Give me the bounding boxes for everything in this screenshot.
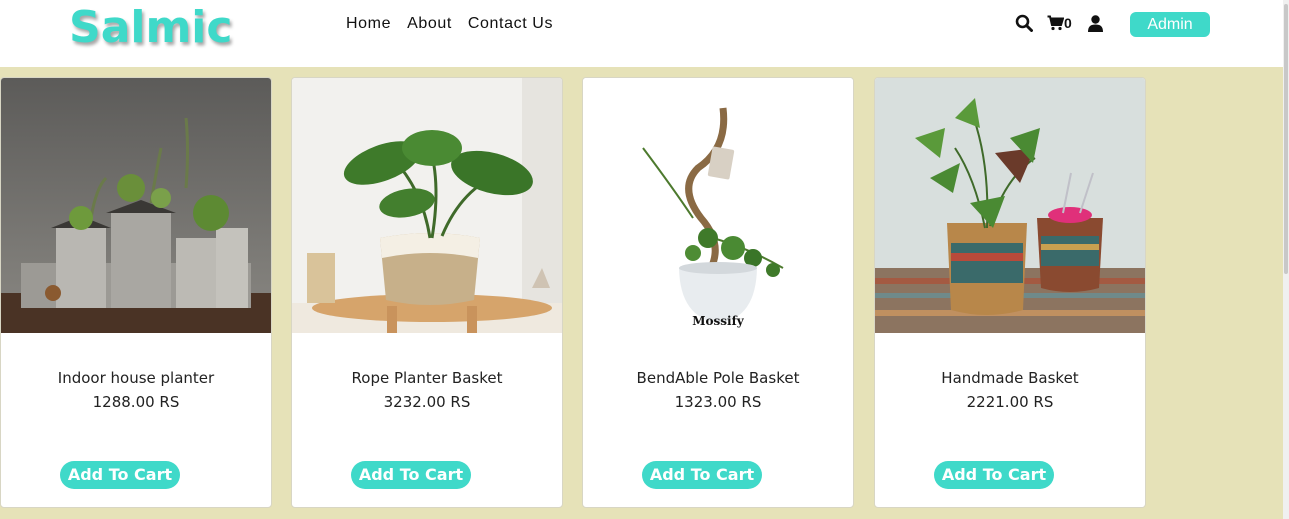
- product-price: 2221.00 RS: [966, 393, 1054, 411]
- add-to-cart-button[interactable]: Add To Cart: [934, 461, 1054, 489]
- product-image: [583, 78, 853, 333]
- add-to-cart-button[interactable]: Add To Cart: [642, 461, 762, 489]
- product-name[interactable]: Rope Planter Basket: [292, 369, 562, 387]
- cart-count: 0: [1064, 15, 1072, 31]
- scrollbar-thumb[interactable]: [1284, 4, 1288, 274]
- cart-icon: [1047, 15, 1064, 31]
- search-icon[interactable]: [1015, 14, 1033, 32]
- nav-link-home[interactable]: Home: [346, 15, 391, 33]
- nav-links: Home About Contact Us: [346, 15, 553, 33]
- product-image: [292, 78, 562, 333]
- nav-icons: 0: [1015, 14, 1103, 32]
- product-image-brand-text: Mossify: [692, 314, 744, 328]
- user-icon[interactable]: [1087, 14, 1103, 32]
- product-price: 1288.00 RS: [92, 393, 180, 411]
- add-to-cart-button[interactable]: Add To Cart: [351, 461, 471, 489]
- product-name[interactable]: Indoor house planter: [1, 369, 271, 387]
- product-card: Mossify BendAble Pole Basket 1323.00 RS …: [582, 77, 854, 508]
- site-logo[interactable]: Salmic: [69, 2, 232, 53]
- product-card: Rope Planter Basket 3232.00 RS Add To Ca…: [291, 77, 563, 508]
- add-to-cart-button[interactable]: Add To Cart: [60, 461, 180, 489]
- product-image: [1, 78, 271, 333]
- product-image: [875, 78, 1145, 333]
- product-name[interactable]: BendAble Pole Basket: [583, 369, 853, 387]
- nav-link-about[interactable]: About: [407, 15, 452, 33]
- product-price: 3232.00 RS: [383, 393, 471, 411]
- product-name[interactable]: Handmade Basket: [875, 369, 1145, 387]
- admin-button[interactable]: Admin: [1130, 12, 1210, 37]
- cart-link[interactable]: 0: [1047, 15, 1072, 31]
- product-card: Handmade Basket 2221.00 RS Add To Cart: [874, 77, 1146, 508]
- product-card: Indoor house planter 1288.00 RS Add To C…: [0, 77, 272, 508]
- nav-link-contact[interactable]: Contact Us: [468, 15, 553, 33]
- navbar: Salmic Home About Contact Us 0 Admin: [0, 0, 1283, 67]
- product-price: 1323.00 RS: [674, 393, 762, 411]
